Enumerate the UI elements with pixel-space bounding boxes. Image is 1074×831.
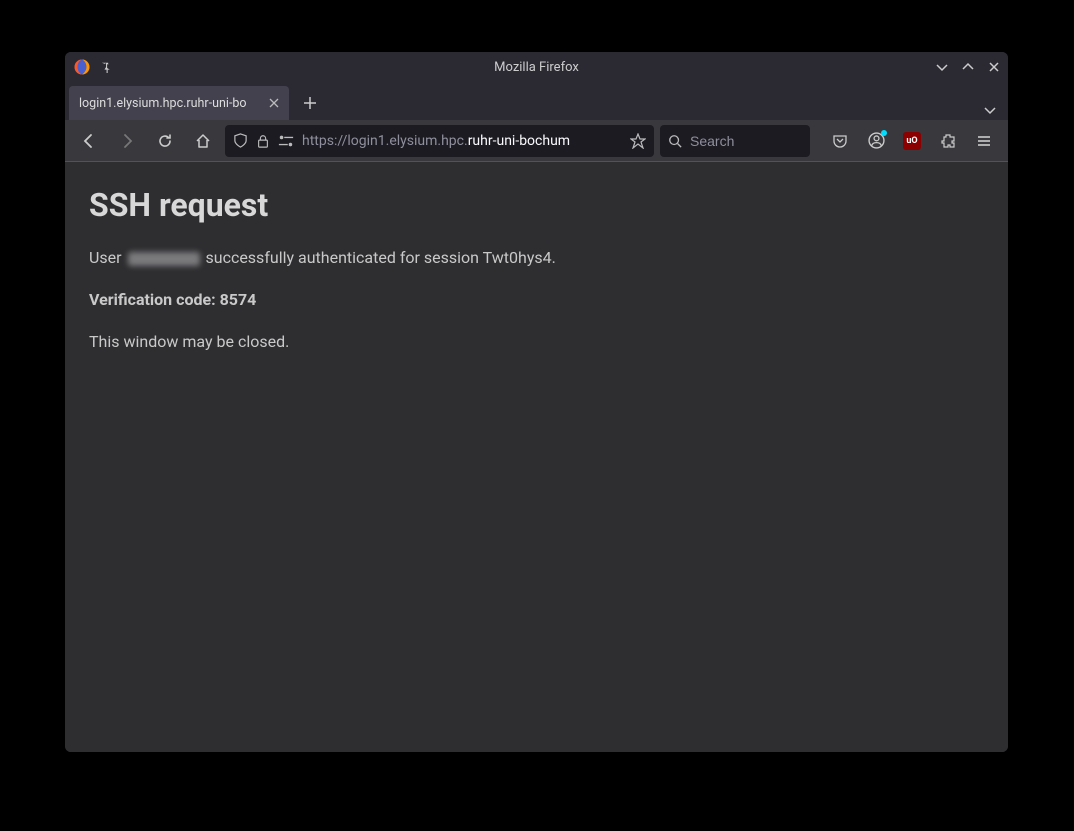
search-bar[interactable] <box>660 125 810 157</box>
hamburger-menu-icon[interactable] <box>968 125 1000 157</box>
close-notice: This window may be closed. <box>89 330 984 354</box>
forward-button[interactable] <box>111 125 143 157</box>
reload-button[interactable] <box>149 125 181 157</box>
window-close-icon[interactable] <box>988 61 1000 73</box>
search-input[interactable] <box>690 133 802 149</box>
tabs-dropdown-icon[interactable] <box>984 104 996 120</box>
lock-icon[interactable] <box>256 134 270 148</box>
window-titlebar: Mozilla Firefox <box>65 52 1008 82</box>
window-title: Mozilla Firefox <box>494 60 579 75</box>
browser-tab[interactable]: login1.elysium.hpc.ruhr-uni-bo <box>69 86 289 120</box>
url-bar[interactable]: https://login1.elysium.hpc.ruhr-uni-boch… <box>225 125 654 157</box>
account-icon[interactable] <box>860 125 892 157</box>
search-icon <box>668 134 682 148</box>
page-heading: SSH request <box>89 186 984 224</box>
browser-window: Mozilla Firefox login1.elysium.hpc.ruhr-… <box>65 52 1008 752</box>
verification-code: Verification code: 8574 <box>89 288 984 312</box>
shield-icon[interactable] <box>233 133 248 148</box>
url-text: https://login1.elysium.hpc.ruhr-uni-boch… <box>302 133 622 149</box>
tab-label: login1.elysium.hpc.ruhr-uni-bo <box>79 96 261 111</box>
navigation-toolbar: https://login1.elysium.hpc.ruhr-uni-boch… <box>65 120 1008 162</box>
extensions-icon[interactable] <box>932 125 964 157</box>
tab-close-icon[interactable] <box>269 98 279 108</box>
new-tab-button[interactable] <box>295 88 325 118</box>
page-content: SSH request User successfully authentica… <box>65 162 1008 752</box>
tab-bar: login1.elysium.hpc.ruhr-uni-bo <box>65 82 1008 120</box>
home-button[interactable] <box>187 125 219 157</box>
window-maximize-icon[interactable] <box>962 61 974 73</box>
url-prefix: https://login1.elysium.hpc. <box>302 133 468 149</box>
back-button[interactable] <box>73 125 105 157</box>
permissions-icon[interactable] <box>278 134 294 148</box>
auth-message: User successfully authenticated for sess… <box>89 246 984 270</box>
notification-dot-icon <box>881 130 887 136</box>
firefox-logo-icon <box>73 58 91 76</box>
pocket-icon[interactable] <box>824 125 856 157</box>
redacted-username <box>128 252 200 266</box>
ublock-badge: uO <box>903 132 921 150</box>
window-minimize-icon[interactable] <box>936 61 948 73</box>
pin-icon[interactable] <box>99 61 111 73</box>
bookmark-star-icon[interactable] <box>630 133 646 149</box>
ublock-icon[interactable]: uO <box>896 125 928 157</box>
url-domain: ruhr-uni-bochum <box>468 133 570 149</box>
